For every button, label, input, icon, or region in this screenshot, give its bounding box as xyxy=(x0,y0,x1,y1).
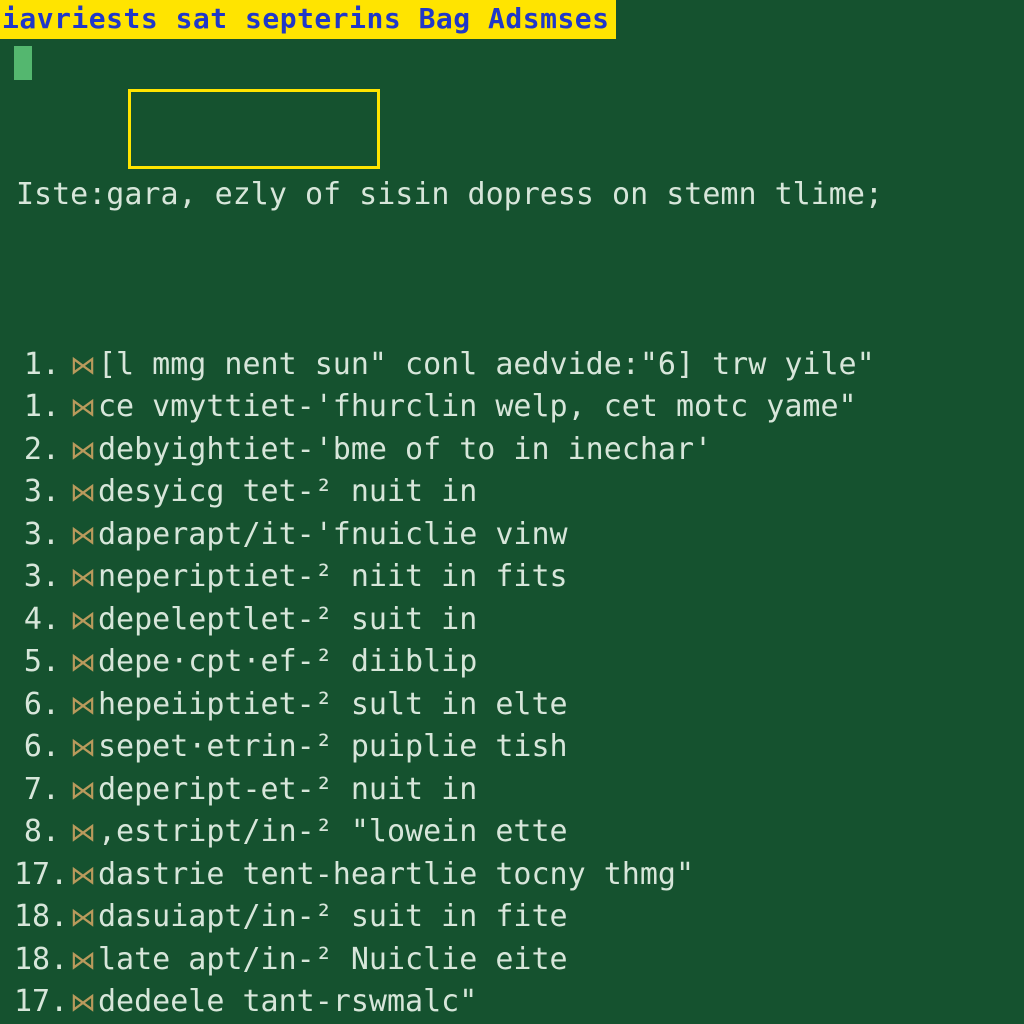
fold-icon[interactable]: ⋈ xyxy=(70,940,98,983)
editor-line[interactable]: 7.⋈depeript-et-² nuit in xyxy=(14,769,1024,812)
line-text: depe·cpt·ef-² diiblip xyxy=(98,641,477,684)
editor-line[interactable]: 3.⋈neperiptiet-² niit in fits xyxy=(14,556,1024,599)
editor-line[interactable]: 4.⋈depeleptlet-² suit in xyxy=(14,599,1024,642)
editor-line[interactable]: 5.⋈depe·cpt·ef-² diiblip xyxy=(14,641,1024,684)
editor-line[interactable]: 1.⋈[l mmg nent sun" conl aedvide:"6] trw… xyxy=(14,344,1024,387)
editor-line[interactable]: 6.⋈hepeiiptiet-² sult in elte xyxy=(14,684,1024,727)
fold-icon[interactable]: ⋈ xyxy=(70,515,98,558)
fold-icon[interactable]: ⋈ xyxy=(70,430,98,473)
fold-icon[interactable]: ⋈ xyxy=(70,642,98,685)
line-text: daperapt/it-'fnuiclie vinw xyxy=(98,514,568,557)
line-number: 6. xyxy=(14,684,70,727)
editor-line[interactable]: 8.⋈,estript/in-² "lowein ette xyxy=(14,811,1024,854)
fold-icon[interactable]: ⋈ xyxy=(70,387,98,430)
line-text: neperiptiet-² niit in fits xyxy=(98,556,568,599)
line-number: 3. xyxy=(14,471,70,514)
line-text: ,estript/in-² "lowein ette xyxy=(98,811,568,854)
fold-icon[interactable]: ⋈ xyxy=(70,770,98,813)
fold-icon[interactable]: ⋈ xyxy=(70,345,98,388)
fold-icon[interactable]: ⋈ xyxy=(70,982,98,1024)
header-line: Iste:gara, ezly of sisin dopress on stem… xyxy=(14,174,1024,217)
title-bar: iavriests sat septerins Bag Adsmses xyxy=(0,0,616,39)
fold-icon[interactable]: ⋈ xyxy=(70,855,98,898)
line-text: hepeiiptiet-² sult in elte xyxy=(98,684,568,727)
line-text: ce vmyttiet-'fhurclin welp, cet motc yam… xyxy=(98,386,857,429)
line-number: 18. xyxy=(14,896,70,939)
line-number: 3. xyxy=(14,514,70,557)
editor-line[interactable]: 3.⋈daperapt/it-'fnuiclie vinw xyxy=(14,514,1024,557)
editor-content[interactable]: Iste:gara, ezly of sisin dopress on stem… xyxy=(14,46,1024,1024)
fold-icon[interactable]: ⋈ xyxy=(70,685,98,728)
editor-line[interactable]: 6.⋈sepet·etrin-² puiplie tish xyxy=(14,726,1024,769)
title-text: iavriests sat septerins Bag Adsmses xyxy=(2,2,610,35)
editor-line[interactable]: 17.⋈dedeele tant-rswmalc" xyxy=(14,981,1024,1024)
line-number: 17. xyxy=(14,854,70,897)
line-number: 2. xyxy=(14,429,70,472)
line-text: depeleptlet-² suit in xyxy=(98,599,477,642)
editor-line[interactable]: 18.⋈late apt/in-² Nuiclie eite xyxy=(14,939,1024,982)
fold-icon[interactable]: ⋈ xyxy=(70,557,98,600)
line-text: debyightiet-'bme of to in inechar' xyxy=(98,429,712,472)
line-text: dastrie tent-heartlie tocny thmg" xyxy=(98,854,694,897)
fold-icon[interactable]: ⋈ xyxy=(70,727,98,770)
line-number: 1. xyxy=(14,344,70,387)
header-text: Iste:gara, ezly of sisin dopress on stem… xyxy=(16,174,883,217)
line-number: 17. xyxy=(14,981,70,1024)
line-text: [l mmg nent sun" conl aedvide:"6] trw yi… xyxy=(98,344,875,387)
line-number: 6. xyxy=(14,726,70,769)
fold-icon[interactable]: ⋈ xyxy=(70,600,98,643)
line-text: sepet·etrin-² puiplie tish xyxy=(98,726,568,769)
line-number: 3. xyxy=(14,556,70,599)
line-text: late apt/in-² Nuiclie eite xyxy=(98,939,568,982)
line-number: 5. xyxy=(14,641,70,684)
terminal-screen: iavriests sat septerins Bag Adsmses Iste… xyxy=(0,0,1024,1024)
line-number: 8. xyxy=(14,811,70,854)
editor-line[interactable]: 2.⋈debyightiet-'bme of to in inechar' xyxy=(14,429,1024,472)
line-text: desyicg tet-² nuit in xyxy=(98,471,477,514)
line-number: 7. xyxy=(14,769,70,812)
line-text: dasuiapt/in-² suit in fite xyxy=(98,896,568,939)
fold-icon[interactable]: ⋈ xyxy=(70,812,98,855)
line-number: 1. xyxy=(14,386,70,429)
line-text: depeript-et-² nuit in xyxy=(98,769,477,812)
fold-icon[interactable]: ⋈ xyxy=(70,897,98,940)
fold-icon[interactable]: ⋈ xyxy=(70,472,98,515)
editor-line[interactable]: 3.⋈desyicg tet-² nuit in xyxy=(14,471,1024,514)
line-text: dedeele tant-rswmalc" xyxy=(98,981,477,1024)
line-number: 18. xyxy=(14,939,70,982)
editor-line[interactable]: 1.⋈ce vmyttiet-'fhurclin welp, cet motc … xyxy=(14,386,1024,429)
editor-line[interactable]: 17.⋈dastrie tent-heartlie tocny thmg" xyxy=(14,854,1024,897)
line-number: 4. xyxy=(14,599,70,642)
editor-line[interactable]: 18.⋈dasuiapt/in-² suit in fite xyxy=(14,896,1024,939)
